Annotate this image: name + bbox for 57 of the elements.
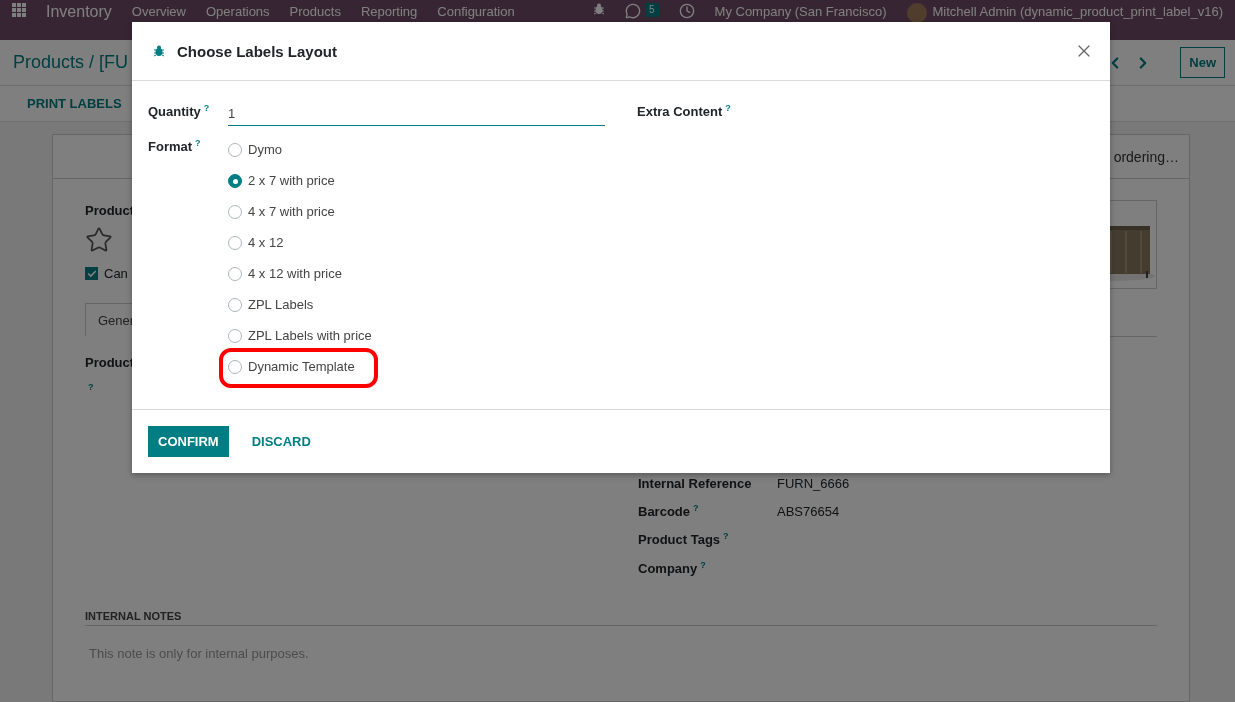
field-label: Barcode xyxy=(638,504,691,520)
help-mark[interactable]: ? xyxy=(725,103,731,113)
option-label[interactable]: ZPL Labels xyxy=(248,295,314,315)
field-label: Product Tags xyxy=(638,532,721,548)
field-value: ABS76654 xyxy=(777,504,841,520)
option-label[interactable]: Dymo xyxy=(248,140,282,160)
message-count: 5 xyxy=(645,3,659,17)
radio-button[interactable] xyxy=(228,329,242,343)
radio-button[interactable] xyxy=(228,298,242,312)
help-mark[interactable]: ? xyxy=(195,138,201,148)
checkbox[interactable] xyxy=(85,267,98,280)
option-label[interactable]: 4 x 12 xyxy=(248,233,284,253)
debug-icon[interactable] xyxy=(593,3,605,15)
help-mark[interactable]: ? xyxy=(88,382,94,392)
help-mark[interactable]: ? xyxy=(203,103,210,113)
new-button[interactable]: New xyxy=(1180,47,1225,78)
field-label: Quantity xyxy=(148,103,201,120)
help-mark[interactable]: ? xyxy=(693,503,699,513)
option-label[interactable]: 4 x 7 with price xyxy=(248,202,335,222)
menu-item[interactable]: Overview xyxy=(131,3,186,20)
field-value: FURN_6666 xyxy=(777,476,851,491)
user-avatar[interactable] xyxy=(906,3,927,23)
company-switcher[interactable]: My Company (San Francisco) xyxy=(714,3,887,20)
radio-button[interactable] xyxy=(228,360,242,374)
radio-button[interactable] xyxy=(228,267,242,281)
option-label[interactable]: 4 x 12 with price xyxy=(248,264,342,284)
confirm-button[interactable]: CONFIRM xyxy=(148,426,229,457)
menu-item[interactable]: Products xyxy=(289,3,341,20)
field-label: Internal Reference xyxy=(638,476,752,491)
option-label[interactable]: 2 x 7 with price xyxy=(248,171,335,191)
checkbox-label: Can xyxy=(104,266,128,281)
menu-item[interactable]: Configuration xyxy=(437,3,515,20)
field-label: Company xyxy=(638,561,698,576)
clock-icon[interactable] xyxy=(678,3,695,19)
breadcrumb[interactable]: Products / [FU xyxy=(13,52,129,73)
field-label: Extra Content xyxy=(637,103,723,120)
debug-icon[interactable] xyxy=(153,45,165,57)
chat-icon[interactable] xyxy=(625,3,641,19)
section-title: INTERNAL NOTES xyxy=(85,610,1157,626)
menu-item[interactable]: Operations xyxy=(206,3,270,20)
field-label: Format xyxy=(148,138,193,155)
radio-button[interactable] xyxy=(228,205,242,219)
radio-button[interactable] xyxy=(228,143,242,157)
radio-button[interactable] xyxy=(228,236,242,250)
print-labels-button[interactable]: PRINT LABELS xyxy=(27,96,122,111)
user-menu[interactable]: Mitchell Admin (dynamic_product_print_label_v16) xyxy=(932,3,1223,20)
discard-button[interactable]: DISCARD xyxy=(241,426,321,457)
dialog-title: Choose Labels Layout xyxy=(177,42,339,60)
menu-item[interactable]: Reporting xyxy=(360,3,418,20)
help-mark[interactable]: ? xyxy=(723,531,729,542)
help-mark[interactable]: ? xyxy=(700,559,706,570)
radio-button[interactable] xyxy=(228,174,242,188)
option-label[interactable]: Dynamic Template xyxy=(248,357,355,377)
app-name[interactable]: Inventory xyxy=(46,3,112,20)
apps-menu-icon[interactable] xyxy=(12,3,26,17)
star-icon[interactable] xyxy=(85,226,113,254)
option-label[interactable]: ZPL Labels with price xyxy=(248,326,372,346)
